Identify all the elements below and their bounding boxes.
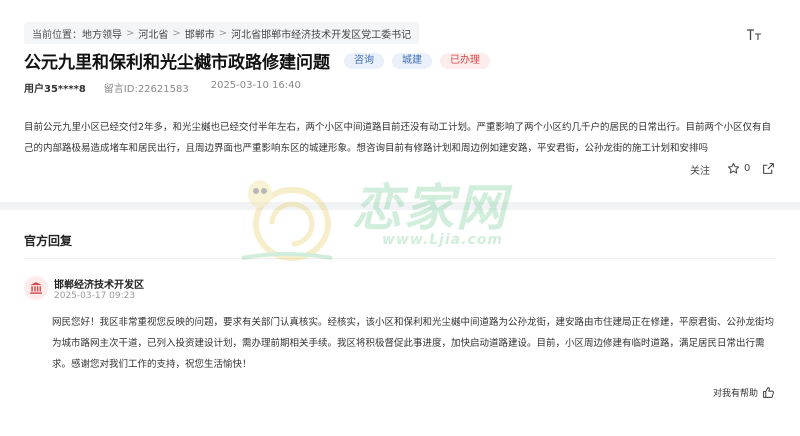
star-icon bbox=[727, 162, 740, 174]
font-size-icon[interactable] bbox=[746, 26, 762, 42]
message-id: 留言ID:22621583 bbox=[103, 84, 189, 95]
breadcrumb-prefix: 当前位置： bbox=[32, 29, 82, 41]
post-meta: 用户35****8 留言ID:22621583 2025-03-10 16:40 bbox=[24, 80, 301, 95]
breadcrumb-separator: > bbox=[172, 27, 181, 39]
breadcrumb-item-official[interactable]: 河北省邯郸市经济技术开发区党工委书记 bbox=[231, 26, 411, 41]
breadcrumb-item-province[interactable]: 河北省 bbox=[138, 26, 168, 41]
breadcrumb-item-city[interactable]: 邯郸市 bbox=[185, 26, 215, 41]
government-building-icon bbox=[24, 276, 48, 300]
share-button[interactable] bbox=[762, 162, 775, 175]
title-row: 公元九里和保利和光尘樾市政路修建问题 咨询 城建 已办理 bbox=[24, 48, 490, 73]
breadcrumb-item-leaders[interactable]: 地方领导 bbox=[82, 26, 122, 41]
thumbs-up-icon bbox=[763, 387, 774, 398]
breadcrumb-separator: > bbox=[218, 27, 228, 39]
helpful-button[interactable]: 对我有帮助 bbox=[713, 386, 775, 399]
share-icon bbox=[763, 163, 774, 174]
breadcrumb: 当前位置： 地方领导 > 河北省 > 邯郸市 > 河北省邯郸市经济技术开发区党工… bbox=[24, 22, 420, 44]
star-button[interactable]: 0 bbox=[727, 162, 750, 175]
tag-urban-construction: 城建 bbox=[392, 52, 432, 69]
reply-content: 网民您好！我区非常重视您反映的问题，要求有关部门认真核实。经核实，该小区和保利和… bbox=[52, 317, 775, 370]
reply-date: 2025-03-17 09:23 bbox=[54, 291, 136, 301]
message-card: 当前位置： 地方领导 > 河北省 > 邯郸市 > 河北省邯郸市经济技术开发区党工… bbox=[0, 0, 800, 202]
official-reply-card: 官方回复 邯郸经济技术开发区 2025-03-17 09:23 网民您好！我区非… bbox=[0, 210, 800, 436]
divider bbox=[24, 258, 776, 259]
helpful-label: 对我有帮助 bbox=[713, 389, 759, 399]
tag-status-handled: 已办理 bbox=[440, 52, 490, 69]
reply-org-name: 邯郸经济技术开发区 bbox=[54, 280, 144, 291]
page-title: 公元九里和保利和光尘樾市政路修建问题 bbox=[24, 53, 330, 73]
post-content: 目前公元九里小区已经交付2年多，和光尘樾也已经交付半年左右，两个小区中间道路目前… bbox=[24, 122, 772, 154]
section-title: 官方回复 bbox=[24, 234, 73, 248]
post-user: 用户35****8 bbox=[24, 84, 86, 95]
post-datetime: 2025-03-10 16:40 bbox=[210, 80, 301, 91]
follow-button[interactable]: 关注 bbox=[690, 162, 710, 177]
tag-consult: 咨询 bbox=[344, 52, 384, 69]
star-count: 0 bbox=[744, 163, 751, 174]
breadcrumb-separator: > bbox=[126, 27, 135, 39]
